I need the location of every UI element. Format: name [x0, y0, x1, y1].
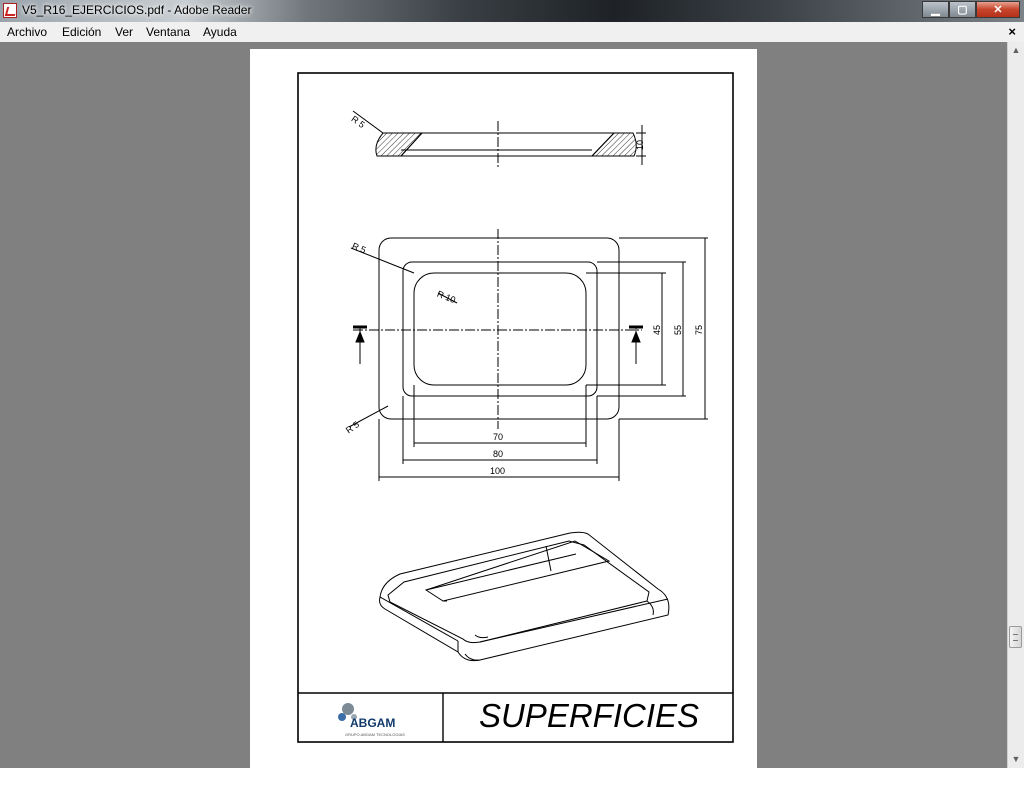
- dim-height-75: 75: [694, 325, 704, 335]
- isometric-view: [379, 531, 670, 662]
- minimize-button[interactable]: ▁: [922, 1, 949, 18]
- menu-ver[interactable]: Ver: [115, 25, 133, 39]
- window-title: V5_R16_EJERCICIOS.pdf - Adobe Reader: [22, 3, 252, 17]
- scroll-up-arrow-icon[interactable]: ▲: [1008, 42, 1024, 58]
- menu-bar: Archivo Edición Ver Ventana Ayuda ×: [0, 22, 1024, 42]
- maximize-button[interactable]: ▢: [949, 1, 976, 18]
- menu-ayuda[interactable]: Ayuda: [203, 25, 237, 39]
- title-bar[interactable]: V5_R16_EJERCICIOS.pdf - Adobe Reader ▁ ▢…: [0, 0, 1024, 22]
- section-view: [352, 110, 646, 169]
- dim-section-radius: R 5: [349, 114, 366, 130]
- menu-edicion[interactable]: Edición: [62, 25, 101, 39]
- dim-thickness: 10: [635, 140, 645, 150]
- logo-wordmark: ABGAM: [350, 716, 396, 730]
- dim-width-70: 70: [493, 432, 503, 442]
- technical-drawing: R 5 10 R 5 R 10 R 5 45 55 75 70 80 100: [297, 72, 734, 743]
- dim-height-45: 45: [652, 325, 662, 335]
- menu-ventana[interactable]: Ventana: [146, 25, 190, 39]
- status-strip: [0, 768, 1024, 788]
- drawing-frame: [297, 72, 734, 743]
- pdf-app-icon: [3, 3, 17, 18]
- drawing-title: SUPERFICIES: [478, 697, 700, 734]
- vertical-scrollbar[interactable]: ▲ ▼: [1007, 42, 1024, 768]
- plan-view: [348, 229, 708, 481]
- dim-width-80: 80: [493, 449, 503, 459]
- dim-height-55: 55: [673, 325, 683, 335]
- window-controls: ▁ ▢ ✕: [922, 1, 1020, 18]
- scroll-down-arrow-icon[interactable]: ▼: [1008, 751, 1024, 767]
- scroll-thumb[interactable]: [1009, 626, 1022, 648]
- logo-tagline: GRUPO ABGAM TECNOLOGIAS: [345, 732, 405, 737]
- close-button[interactable]: ✕: [976, 1, 1020, 18]
- pdf-page: R 5 10 R 5 R 10 R 5 45 55 75 70 80 100 S…: [250, 49, 757, 768]
- dim-width-100: 100: [490, 466, 505, 476]
- close-document-button[interactable]: ×: [1008, 24, 1016, 39]
- menu-archivo[interactable]: Archivo: [7, 25, 47, 39]
- dim-inner-radius: R 10: [436, 289, 457, 305]
